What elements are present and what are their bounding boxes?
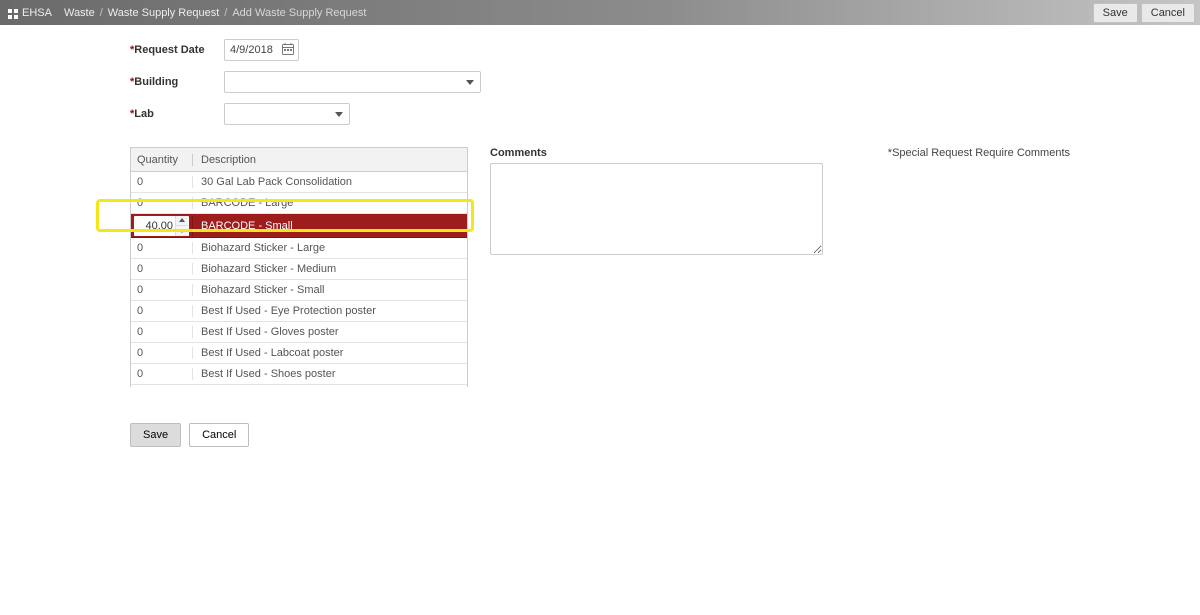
table-row[interactable]: 0Biohazard Sticker - Large [131,238,467,259]
table-body[interactable]: 030 Gal Lab Pack Consolidation0BARCODE -… [131,172,467,388]
chevron-down-icon [335,112,343,117]
table-row[interactable]: 0Biohazard Sticker - Medium [131,259,467,280]
supply-table: Quantity Description 030 Gal Lab Pack Co… [130,147,468,387]
quantity-stepper[interactable] [134,216,189,236]
table-row[interactable]: 030 Gal Lab Pack Consolidation [131,172,467,193]
topbar: EHSA Waste / Waste Supply Request / Add … [0,0,1200,25]
cell-quantity[interactable]: 0 [131,176,193,188]
table-row[interactable]: 0Best If Used - Eye Protection poster [131,301,467,322]
table-row[interactable]: BARCODE - Small [131,214,467,238]
step-up-icon[interactable] [176,216,188,226]
cell-description[interactable]: Best If Used - Shoes poster [193,368,467,380]
cell-description[interactable]: Biohazard Sticker - Small [193,284,467,296]
cell-description[interactable]: 30 Gal Lab Pack Consolidation [193,176,467,188]
cell-quantity[interactable]: 0 [131,305,193,317]
comments-label: Comments [490,147,547,159]
lab-select[interactable] [224,103,350,125]
breadcrumb-waste[interactable]: Waste [64,7,95,19]
header-description[interactable]: Description [193,154,467,166]
breadcrumb-app[interactable]: EHSA [22,7,52,19]
quantity-input[interactable] [134,220,175,232]
breadcrumb-separator: / [224,7,227,19]
step-down-icon[interactable] [176,226,188,236]
cell-description[interactable]: Best If Used - Eye Protection poster [193,305,467,317]
cell-description[interactable]: Best If Used - Gloves poster [193,326,467,338]
form-row-building: *Building [130,71,1070,93]
cell-quantity[interactable]: 0 [131,242,193,254]
breadcrumb-current: Add Waste Supply Request [232,7,366,19]
breadcrumb-separator: / [100,7,103,19]
cell-description[interactable]: BARCODE - Large [193,197,467,209]
cell-description[interactable]: Best If Used - Labcoat poster [193,347,467,359]
cancel-button[interactable]: Cancel [189,423,249,447]
cell-description[interactable]: Biohazard Sticker - Medium [193,263,467,275]
label-building: *Building [130,76,224,88]
cell-quantity[interactable]: 0 [131,197,193,209]
cell-description[interactable]: BARCODE - Small [193,220,467,232]
top-cancel-button[interactable]: Cancel [1141,3,1195,23]
cell-quantity[interactable]: 0 [131,326,193,338]
cell-quantity[interactable]: 0 [131,263,193,275]
cell-quantity[interactable]: 0 [131,368,193,380]
label-request-date: *Request Date [130,44,224,56]
form-container: *Request Date *Building *Lab [130,25,1070,447]
cell-description[interactable]: Biohazard Sticker - Large [193,242,467,254]
top-save-button[interactable]: Save [1093,3,1138,23]
table-row[interactable]: 0Best If Used - Shoes poster [131,364,467,385]
table-row[interactable]: 0Biohazard Spill Clean Up INSIDE a Biosa… [131,385,467,388]
cell-quantity[interactable]: 0 [131,284,193,296]
form-row-request-date: *Request Date [130,39,1070,61]
header-quantity[interactable]: Quantity [131,154,193,166]
table-row[interactable]: 0Best If Used - Labcoat poster [131,343,467,364]
building-select[interactable] [224,71,481,93]
save-button[interactable]: Save [130,423,181,447]
label-lab: *Lab [130,108,224,120]
calendar-icon[interactable] [281,42,295,56]
table-row[interactable]: 0Biohazard Sticker - Small [131,280,467,301]
table-row[interactable]: 0BARCODE - Large [131,193,467,214]
cell-quantity[interactable]: 0 [131,347,193,359]
table-header: Quantity Description [131,148,467,172]
comments-note: *Special Request Require Comments [888,147,1070,159]
apps-icon[interactable] [8,9,18,19]
table-row[interactable]: 0Best If Used - Gloves poster [131,322,467,343]
form-row-lab: *Lab [130,103,1070,125]
breadcrumb-waste-supply-request[interactable]: Waste Supply Request [108,7,219,19]
chevron-down-icon [466,80,474,85]
comments-textarea[interactable] [490,163,823,255]
